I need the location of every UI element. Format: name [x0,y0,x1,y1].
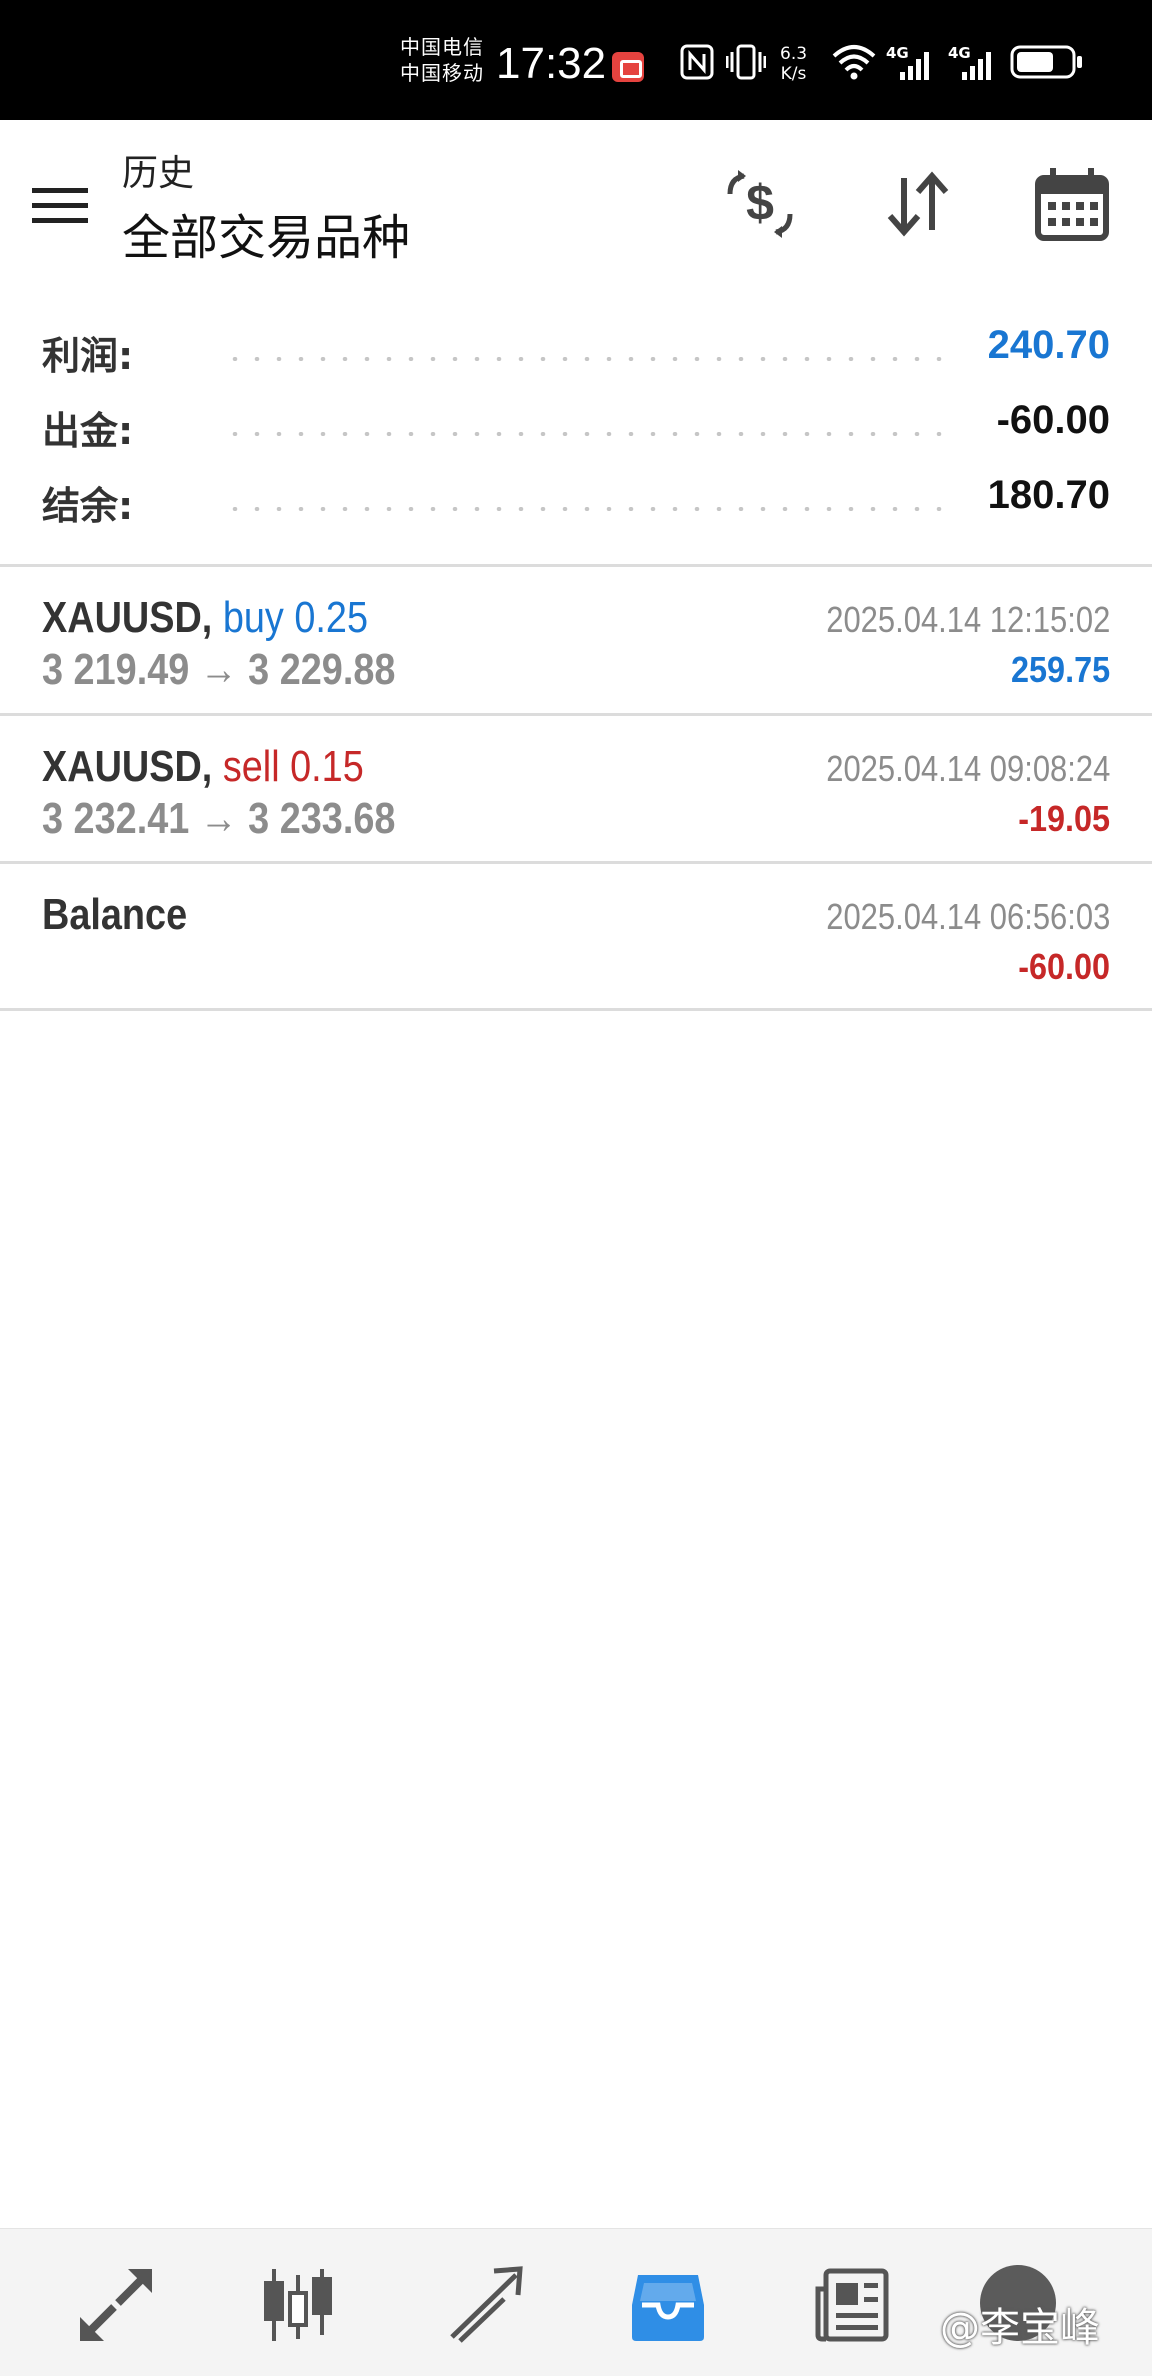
deal-row[interactable]: Balance 2025.04.14 06:56:03 -60.00 [0,864,1152,1010]
deal-prices: 3 232.41 → 3 233.68 [42,794,396,843]
vibrate-icon [726,44,766,80]
deal-symbol-text: XAUUSD, [42,593,213,642]
status-clock: 17:32 [496,39,607,88]
deal-symbol: Balance [42,890,187,940]
carrier-1: 中国电信 [400,35,484,59]
deal-time: 2025.04.14 06:56:03 [825,896,1110,937]
deal-symbol: XAUUSD, sell 0.15 [42,742,364,792]
deal-row[interactable]: XAUUSD, buy 0.25 3 219.49 → 3 229.88 202… [0,567,1152,713]
notification-app-icon [612,52,644,82]
profit-label: 利润: [42,334,134,378]
net-speed-value: 6.3 [780,44,808,64]
deal-prices: 3 219.49 → 3 229.88 [42,645,396,694]
signal-icon: 4G [886,44,938,84]
calendar-icon[interactable] [1032,164,1112,244]
page-title[interactable]: 全部交易品种 [122,198,410,268]
history-icon[interactable] [628,2265,708,2345]
signal-icon: 4G [948,44,1000,84]
status-bar: 中国电信 中国移动 17:32 6.3 K/s 4G 4G [0,0,1152,120]
dot-leader [224,507,950,511]
page-subtitle: 历史 [122,153,195,194]
deal-symbol-text: Balance [42,890,188,939]
news-icon[interactable] [812,2265,892,2345]
deal-row[interactable]: XAUUSD, sell 0.15 3 232.41 → 3 233.68 20… [0,716,1152,862]
net-speed-unit: K/s [780,64,807,84]
carrier-2: 中国移动 [400,61,484,85]
bottom-navigation: @李宝峰 [0,2228,1152,2376]
dot-leader [224,432,950,436]
summary-withdrawal-row: 出金: -60.00 [42,394,1110,454]
summary-balance-row: 结余: 180.70 [42,469,1110,529]
menu-icon[interactable] [32,186,88,226]
deal-profit: 259.75 [1010,649,1110,690]
deal-profit: -19.05 [1018,798,1110,839]
watermark-text: @李宝峰 [940,2305,1100,2351]
trade-icon[interactable] [444,2265,524,2345]
withdrawal-value: -60.00 [996,398,1110,442]
sort-icon[interactable] [878,164,958,244]
history-summary: 利润: 240.70 出金: -60.00 结余: 180.70 [0,315,1152,565]
divider [0,1008,1152,1011]
battery-icon [1010,45,1082,79]
profit-value: 240.70 [987,323,1110,367]
summary-profit-row: 利润: 240.70 [42,319,1110,379]
app-header: 历史 全部交易品种 $ [0,120,1152,300]
withdrawal-label: 出金: [42,409,134,453]
svg-text:$: $ [746,175,774,231]
deal-time: 2025.04.14 12:15:02 [825,599,1110,640]
deal-time: 2025.04.14 09:08:24 [825,748,1110,789]
wifi-icon [832,45,876,80]
currency-exchange-icon[interactable]: $ [720,164,800,244]
net-speed: 6.3 K/s [780,44,807,84]
nfc-icon [680,44,714,80]
balance-label: 结余: [42,484,134,528]
carrier-info: 中国电信 中国移动 [400,34,484,86]
chart-icon[interactable] [258,2265,338,2345]
balance-value: 180.70 [987,473,1110,517]
deal-type: buy 0.25 [222,593,369,642]
deal-profit: -60.00 [1018,946,1110,987]
deal-symbol-text: XAUUSD, [42,742,213,791]
deal-type: sell 0.15 [222,742,364,791]
dot-leader [224,357,950,361]
deal-symbol: XAUUSD, buy 0.25 [42,593,368,643]
quotes-icon[interactable] [76,2265,156,2345]
